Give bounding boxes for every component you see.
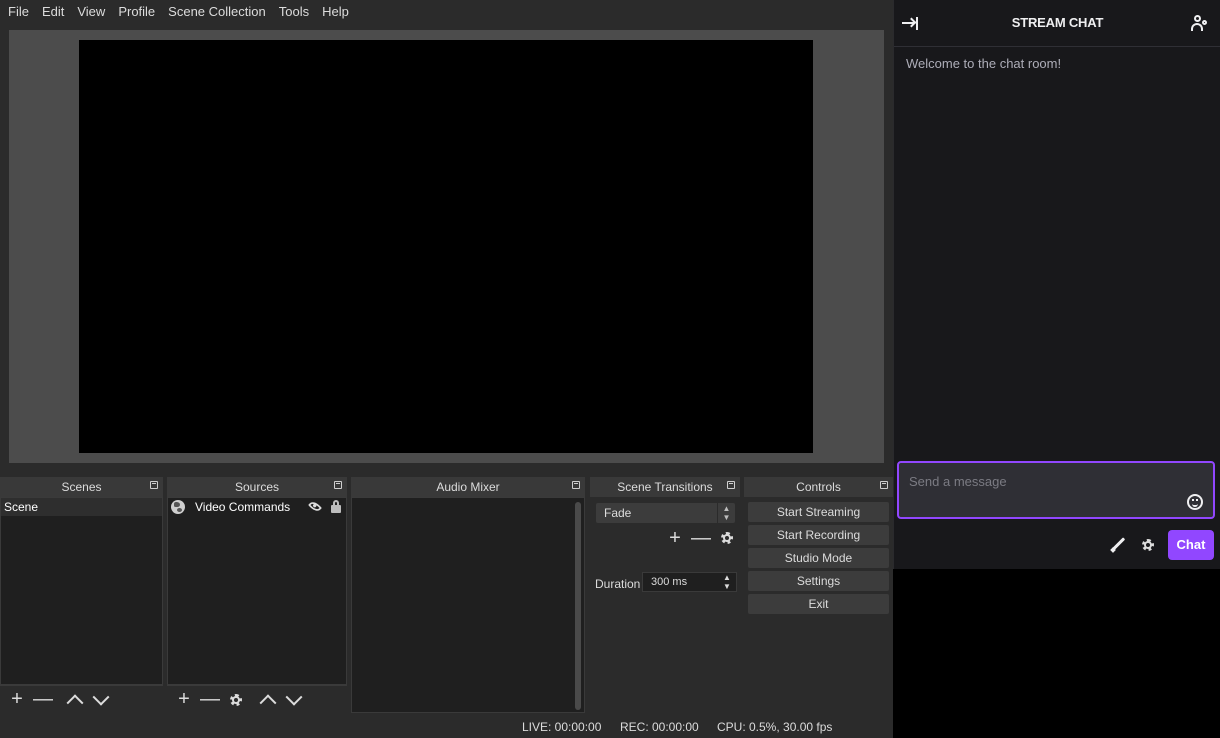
eye-icon[interactable]: [308, 499, 322, 514]
welcome-message: Welcome to the chat room!: [906, 56, 1062, 71]
minus-icon: —: [200, 688, 220, 710]
sources-dock: Sources Video Commands + —: [167, 477, 347, 713]
rec-timer: REC: 00:00:00: [620, 720, 699, 734]
undock-icon[interactable]: [334, 481, 342, 489]
add-source-button[interactable]: +: [171, 688, 197, 712]
undock-icon[interactable]: [727, 481, 735, 489]
settings-button[interactable]: Settings: [748, 571, 889, 591]
preview-area[interactable]: [9, 30, 884, 463]
controls-body: Start Streaming Start Recording Studio M…: [744, 497, 893, 713]
menu-help[interactable]: Help: [317, 4, 354, 19]
move-scene-up-button[interactable]: [62, 688, 88, 712]
audio-mixer-title-label: Audio Mixer: [436, 480, 500, 494]
transition-toolbar: + —: [662, 526, 740, 550]
emoji-icon[interactable]: [1187, 494, 1203, 510]
chevron-down-icon: [92, 688, 110, 706]
preview-canvas[interactable]: [79, 40, 813, 453]
live-timer: LIVE: 00:00:00: [522, 720, 602, 734]
undock-icon[interactable]: [880, 481, 888, 489]
scene-transitions-title-label: Scene Transitions: [617, 480, 713, 494]
chat-header: STREAM CHAT: [894, 0, 1220, 47]
audio-mixer-body: [351, 497, 585, 713]
menubar: File Edit View Profile Scene Collection …: [0, 0, 893, 22]
plus-icon: +: [11, 688, 23, 710]
move-source-up-button[interactable]: [255, 688, 281, 712]
scenes-dock: Scenes Scene + —: [0, 477, 163, 713]
remove-transition-button[interactable]: —: [688, 526, 714, 550]
spin-arrows-icon[interactable]: ▲ ▼: [719, 573, 735, 591]
sources-title-label: Sources: [234, 480, 280, 494]
source-name: Video Commands: [195, 500, 291, 514]
plus-icon: +: [669, 526, 681, 549]
lock-icon[interactable]: [331, 500, 341, 513]
duration-label: Duration: [595, 577, 641, 591]
move-scene-down-button[interactable]: [88, 688, 114, 712]
plus-icon: +: [178, 688, 190, 710]
controls-title-label: Controls: [796, 480, 841, 494]
gear-icon[interactable]: [1140, 537, 1156, 553]
menu-edit[interactable]: Edit: [37, 4, 69, 19]
stream-chat-panel: STREAM CHAT Welcome to the chat room! Se…: [893, 0, 1220, 569]
menu-tools[interactable]: Tools: [274, 4, 314, 19]
scenes-dock-title: Scenes: [0, 477, 163, 497]
sources-toolbar: + —: [167, 685, 347, 713]
scene-transitions-dock: Scene Transitions Fade ▲ ▼ + — Duration 3…: [590, 477, 740, 713]
source-list-item[interactable]: Video Commands: [168, 498, 346, 516]
sources-list: Video Commands: [167, 497, 347, 685]
transition-selected-value: Fade: [604, 506, 632, 520]
cpu-fps: CPU: 0.5%, 30.00 fps: [717, 720, 833, 734]
menu-profile[interactable]: Profile: [113, 4, 160, 19]
obs-main-window: File Edit View Profile Scene Collection …: [0, 0, 893, 738]
menu-view[interactable]: View: [72, 4, 110, 19]
minus-icon: —: [33, 688, 53, 710]
chat-message-input[interactable]: Send a message: [897, 461, 1215, 519]
scene-list-item[interactable]: Scene: [1, 498, 162, 516]
undock-icon[interactable]: [572, 481, 580, 489]
chevron-up-icon: [259, 693, 277, 711]
exit-button[interactable]: Exit: [748, 594, 889, 614]
audio-mixer-dock: Audio Mixer: [351, 477, 585, 713]
audio-mixer-dock-title: Audio Mixer: [351, 477, 585, 497]
transition-properties-button[interactable]: [714, 526, 740, 550]
source-properties-button[interactable]: [223, 688, 249, 712]
scenes-list: Scene: [0, 497, 163, 685]
sources-dock-title: Sources: [167, 477, 347, 497]
status-bar: LIVE: 00:00:00 REC: 00:00:00 CPU: 0.5%, …: [0, 716, 893, 738]
gear-icon: [719, 530, 735, 546]
globe-icon: [171, 500, 185, 514]
chevron-up-icon: [66, 693, 84, 711]
controls-dock: Controls Start Streaming Start Recording…: [744, 477, 893, 713]
gear-icon: [228, 692, 244, 708]
remove-source-button[interactable]: —: [197, 688, 223, 712]
start-streaming-button[interactable]: Start Streaming: [748, 502, 889, 522]
pen-icon[interactable]: [1110, 537, 1126, 553]
transition-select[interactable]: Fade ▲ ▼: [596, 503, 735, 523]
scene-transitions-body: Fade ▲ ▼ + — Duration 300 ms ▲ ▼: [590, 497, 740, 713]
controls-dock-title: Controls: [744, 477, 893, 497]
select-arrows-icon: ▲ ▼: [717, 503, 735, 523]
scene-transitions-dock-title: Scene Transitions: [590, 477, 740, 497]
remove-scene-button[interactable]: —: [30, 688, 56, 712]
scenes-title-label: Scenes: [61, 480, 102, 494]
mixer-scrollbar[interactable]: [575, 502, 581, 710]
add-transition-button[interactable]: +: [662, 526, 688, 550]
add-scene-button[interactable]: +: [4, 688, 30, 712]
move-source-down-button[interactable]: [281, 688, 307, 712]
chat-title: STREAM CHAT: [1011, 15, 1104, 30]
menu-file[interactable]: File: [3, 4, 34, 19]
duration-spinbox[interactable]: 300 ms ▲ ▼: [642, 572, 737, 592]
duration-value: 300 ms: [651, 576, 688, 588]
scenes-toolbar: + —: [0, 685, 163, 713]
chat-input-placeholder: Send a message: [909, 474, 1007, 489]
minus-icon: —: [691, 526, 711, 549]
start-recording-button[interactable]: Start Recording: [748, 525, 889, 545]
studio-mode-button[interactable]: Studio Mode: [748, 548, 889, 568]
community-users-icon[interactable]: [1191, 14, 1209, 32]
chevron-down-icon: [285, 688, 303, 706]
undock-icon[interactable]: [150, 481, 158, 489]
menu-scene-collection[interactable]: Scene Collection: [163, 4, 271, 19]
send-chat-button[interactable]: Chat: [1168, 530, 1214, 560]
